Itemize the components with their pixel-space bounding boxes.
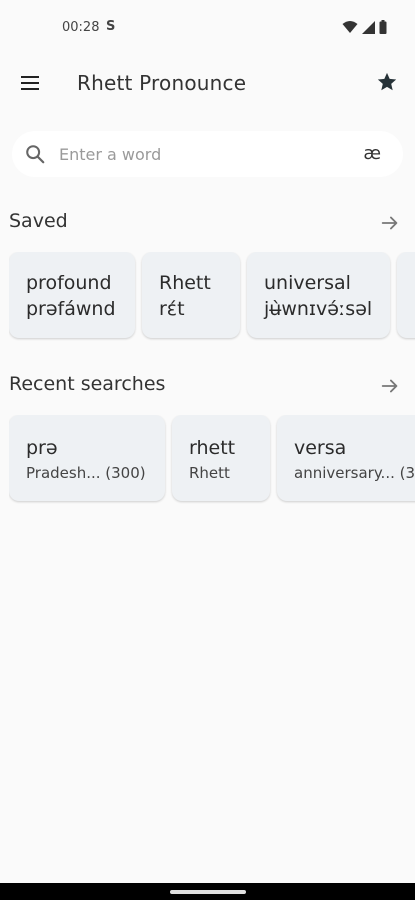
wifi-icon [342, 21, 358, 33]
system-nav-bar [0, 883, 415, 900]
saved-ipa: prəfáwnd [26, 298, 116, 320]
saved-title: Saved [9, 210, 68, 232]
recent-card[interactable]: versa anniversary... (3 [277, 415, 415, 501]
recent-word: prə [26, 437, 58, 459]
saved-word: Rhett [159, 272, 211, 294]
status-icons [342, 20, 387, 34]
recent-list: prə Pradesh... (300) rhett Rhett versa a… [9, 415, 415, 505]
recent-header: Recent searches [9, 371, 409, 401]
status-time: 00:28 [62, 20, 100, 35]
recent-card[interactable]: prə Pradesh... (300) [9, 415, 165, 501]
status-bar: 00:28 S [0, 0, 415, 56]
recent-arrow-icon[interactable] [379, 375, 401, 397]
saved-list: profound prəfáwnd Rhett rέt universal jʉ… [9, 252, 415, 342]
saved-ipa: jʉ̀wnɪvə́ːsəl [264, 298, 373, 320]
saved-ipa: rέt [159, 298, 185, 320]
saved-word: universal [264, 272, 351, 294]
saved-word: profound [26, 272, 112, 294]
saved-arrow-icon[interactable] [379, 212, 401, 234]
saved-card[interactable]: universal jʉ̀wnɪvə́ːsəl [247, 252, 390, 338]
signal-icon [362, 20, 375, 34]
recent-title: Recent searches [9, 373, 166, 395]
saved-header: Saved [9, 208, 409, 238]
recent-sub: Rhett [189, 464, 230, 482]
app-bar: Rhett Pronounce [0, 56, 415, 112]
app-title: Rhett Pronounce [77, 71, 247, 95]
saved-card[interactable]: Rhett rέt [142, 252, 240, 338]
search-box[interactable]: æ [12, 131, 403, 177]
status-app-indicator: S [106, 19, 116, 34]
recent-sub: Pradesh... (300) [26, 464, 146, 482]
saved-card[interactable] [397, 252, 415, 338]
battery-icon [379, 20, 387, 34]
menu-icon[interactable] [18, 72, 42, 96]
recent-card[interactable]: rhett Rhett [172, 415, 270, 501]
recent-word: rhett [189, 437, 236, 459]
search-icon [26, 145, 45, 164]
home-gesture-pill[interactable] [170, 890, 246, 894]
ipa-keyboard-button[interactable]: æ [363, 143, 381, 164]
search-input[interactable] [59, 139, 349, 169]
saved-card[interactable]: profound prəfáwnd [9, 252, 135, 338]
recent-word: versa [294, 437, 347, 459]
star-icon[interactable] [373, 68, 401, 96]
recent-sub: anniversary... (3 [294, 464, 415, 482]
